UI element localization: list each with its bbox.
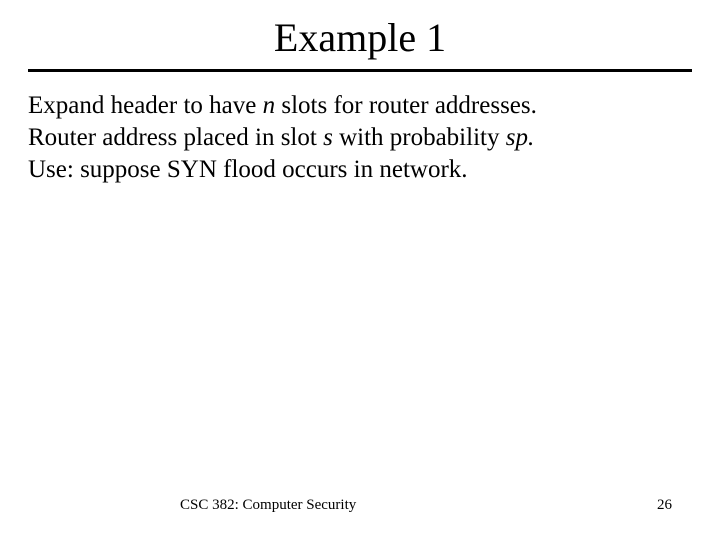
text: with probability: [333, 124, 506, 151]
text: slots for router addresses.: [275, 92, 537, 119]
text: Router address placed in slot: [28, 124, 323, 151]
footer-course: CSC 382: Computer Security: [180, 497, 356, 514]
var-n: n: [263, 92, 276, 119]
slide: Example 1 Expand header to have n slots …: [0, 0, 720, 540]
body-line-2: Router address placed in slot s with pro…: [28, 122, 692, 154]
var-sp: sp.: [506, 124, 534, 151]
var-s: s: [323, 124, 333, 151]
body-text: Expand header to have n slots for router…: [0, 72, 720, 186]
body-line-3: Use: suppose SYN flood occurs in network…: [28, 154, 692, 186]
footer-page-number: 26: [657, 497, 672, 514]
body-line-1: Expand header to have n slots for router…: [28, 90, 692, 122]
text: Expand header to have: [28, 92, 263, 119]
page-title: Example 1: [0, 0, 720, 61]
